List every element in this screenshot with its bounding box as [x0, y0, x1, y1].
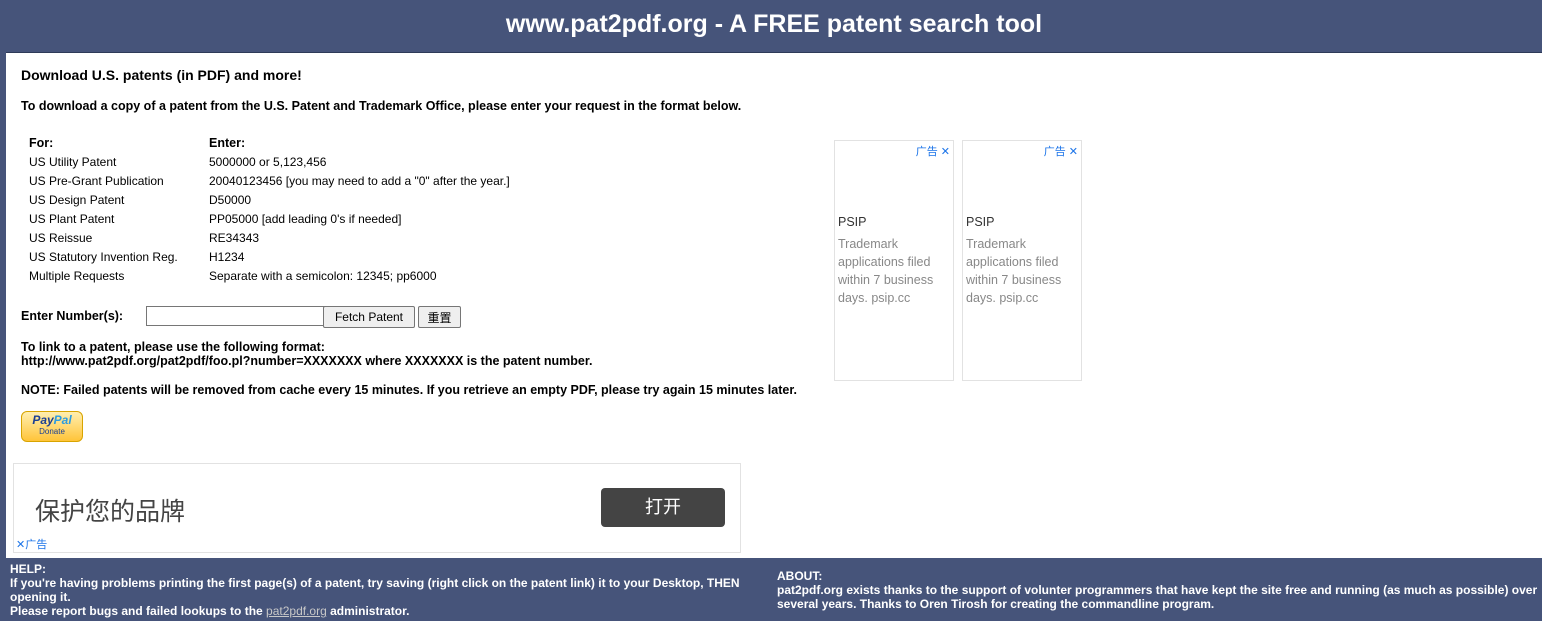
- table-row: US Pre-Grant Publication 20040123456 [yo…: [24, 171, 515, 190]
- format-example: H1234: [209, 249, 245, 264]
- link-format-line2: http://www.pat2pdf.org/pat2pdf/foo.pl?nu…: [21, 354, 593, 368]
- format-table: For: Enter: US Utility Patent 5000000 or…: [24, 133, 515, 285]
- format-type: US Plant Patent: [29, 211, 115, 226]
- format-example: RE34343: [209, 230, 260, 245]
- help-report-post: administrator.: [326, 604, 410, 618]
- help-report-line: Please report bugs and failed lookups to…: [10, 604, 760, 618]
- side-ad-1[interactable]: 广告 ✕ PSIP Trademark applications filed w…: [834, 140, 954, 381]
- table-row: US Utility Patent 5000000 or 5,123,456: [24, 152, 515, 171]
- fetch-patent-button[interactable]: Fetch Patent: [323, 306, 415, 328]
- format-table-header: For: Enter:: [24, 133, 515, 152]
- site-footer: HELP: If you're having problems printing…: [0, 558, 1542, 621]
- ad-body[interactable]: Trademark applications filed within 7 bu…: [838, 235, 952, 307]
- link-format-info: To link to a patent, please use the foll…: [21, 340, 592, 368]
- help-report-pre: Please report bugs and failed lookups to…: [10, 604, 267, 618]
- ad-tag-text: 广告: [1043, 146, 1066, 158]
- paypal-logo: PayPal: [22, 412, 82, 427]
- format-example: 5000000 or 5,123,456: [209, 154, 327, 169]
- close-icon[interactable]: ✕: [938, 146, 950, 158]
- admin-link[interactable]: pat2pdf.org: [266, 604, 327, 618]
- format-type: US Design Patent: [29, 192, 125, 207]
- table-row: US Reissue RE34343: [24, 228, 515, 247]
- format-type: US Statutory Invention Reg.: [29, 249, 178, 264]
- about-section: ABOUT: pat2pdf.org exists thanks to the …: [777, 569, 1542, 611]
- close-icon[interactable]: ✕: [16, 539, 25, 551]
- bottom-ad-text[interactable]: 保护您的品牌: [35, 492, 185, 528]
- bottom-ad[interactable]: 保护您的品牌 打开 ✕广告: [13, 463, 741, 553]
- table-row: Multiple Requests Separate with a semico…: [24, 266, 515, 285]
- table-row: US Design Patent D50000: [24, 190, 515, 209]
- ad-title[interactable]: PSIP: [966, 215, 995, 229]
- help-heading: HELP:: [10, 562, 46, 576]
- close-icon[interactable]: ✕: [1066, 146, 1078, 158]
- help-section: HELP: If you're having problems printing…: [10, 562, 760, 618]
- ad-title[interactable]: PSIP: [838, 215, 867, 229]
- intro-title: Download U.S. patents (in PDF) and more!: [21, 67, 302, 83]
- format-type: US Pre-Grant Publication: [29, 173, 164, 188]
- format-type: Multiple Requests: [29, 268, 125, 283]
- ad-label[interactable]: 广告 ✕: [1044, 143, 1078, 159]
- format-example: Separate with a semicolon: 12345; pp6000: [209, 268, 437, 283]
- reset-button[interactable]: 重置: [418, 306, 461, 328]
- format-example: PP05000 [add leading 0's if needed]: [209, 211, 402, 226]
- paypal-logo-pay: Pay: [32, 413, 54, 427]
- format-example: D50000: [209, 192, 252, 207]
- format-type: US Reissue: [29, 230, 93, 245]
- cache-note: NOTE: Failed patents will be removed fro…: [21, 383, 797, 397]
- ad-body[interactable]: Trademark applications filed within 7 bu…: [966, 235, 1080, 307]
- paypal-donate-label: Donate: [39, 427, 65, 436]
- format-example: 20040123456 [you may need to add a "0" a…: [209, 173, 510, 188]
- side-ad-2[interactable]: 广告 ✕ PSIP Trademark applications filed w…: [962, 140, 1082, 381]
- col-enter-header: Enter:: [209, 135, 246, 150]
- about-heading: ABOUT:: [777, 569, 823, 583]
- open-button[interactable]: 打开: [601, 488, 725, 527]
- site-title: www.pat2pdf.org - A FREE patent search t…: [505, 10, 1043, 38]
- about-text: pat2pdf.org exists thanks to the support…: [777, 583, 1538, 611]
- format-type: US Utility Patent: [29, 154, 117, 169]
- paypal-logo-pal: Pal: [53, 413, 72, 427]
- ad-label[interactable]: ✕广告: [16, 536, 47, 552]
- ad-label[interactable]: 广告 ✕: [916, 143, 950, 159]
- help-text: If you're having problems printing the f…: [10, 576, 740, 604]
- enter-numbers-label: Enter Number(s):: [21, 309, 124, 323]
- intro-text: To download a copy of a patent from the …: [21, 99, 742, 113]
- col-for-header: For:: [29, 135, 54, 150]
- ad-tag-text: 广告: [915, 146, 938, 158]
- patent-number-input[interactable]: [146, 306, 325, 326]
- paypal-donate-button[interactable]: PayPal Donate: [21, 411, 83, 442]
- link-format-line1: To link to a patent, please use the foll…: [21, 340, 325, 354]
- table-row: US Plant Patent PP05000 [add leading 0's…: [24, 209, 515, 228]
- table-row: US Statutory Invention Reg. H1234: [24, 247, 515, 266]
- ad-tag-text: 广告: [25, 539, 48, 551]
- main-content: Download U.S. patents (in PDF) and more!…: [6, 53, 1542, 558]
- site-header: www.pat2pdf.org - A FREE patent search t…: [6, 4, 1542, 53]
